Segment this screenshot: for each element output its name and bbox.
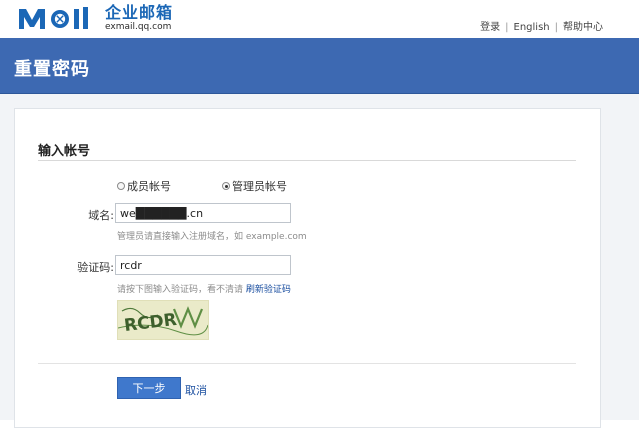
- admin-account-label: 管理员帐号: [232, 180, 287, 193]
- brand-logo[interactable]: 企业邮箱 exmail.qq.com: [17, 3, 173, 33]
- top-header: 企业邮箱 exmail.qq.com 登录 | English | 帮助中心: [0, 0, 639, 38]
- logo-text: 企业邮箱 exmail.qq.com: [105, 2, 174, 32]
- logo-domain: exmail.qq.com: [105, 21, 172, 32]
- divider: |: [554, 22, 558, 33]
- domain-input[interactable]: [115, 203, 291, 223]
- captcha-label: 验证码:: [77, 261, 114, 274]
- admin-account-radio[interactable]: 管理员帐号: [222, 178, 287, 194]
- member-account-label: 成员帐号: [127, 180, 171, 193]
- cancel-link[interactable]: 取消: [185, 382, 207, 398]
- title-bar: 重置密码: [0, 38, 639, 94]
- captcha-graphic: RCDR: [117, 306, 209, 336]
- login-link[interactable]: 登录: [480, 22, 500, 33]
- actions-divider: [38, 363, 576, 364]
- page-title: 重置密码: [14, 59, 90, 80]
- captcha-hint-text: 请按下图输入验证码，看不清请: [117, 285, 244, 295]
- top-links: 登录 | English | 帮助中心: [480, 18, 603, 33]
- section-title: 输入帐号: [38, 144, 91, 159]
- mail-logo-mark: [17, 3, 103, 33]
- logo-product-name: 企业邮箱: [105, 2, 174, 22]
- english-link[interactable]: English: [514, 22, 550, 33]
- next-step-button[interactable]: 下一步: [117, 377, 181, 399]
- domain-label: 域名:: [88, 209, 114, 222]
- section-divider: [38, 160, 576, 161]
- captcha-image[interactable]: RCDR: [117, 300, 209, 340]
- divider: |: [505, 22, 509, 33]
- radio-unchecked-icon[interactable]: [117, 182, 125, 190]
- captcha-hint: 请按下图输入验证码，看不清请 刷新验证码: [117, 282, 291, 295]
- mail-logo-icon: [19, 7, 88, 29]
- member-account-radio[interactable]: 成员帐号: [117, 178, 171, 194]
- captcha-input[interactable]: [115, 255, 291, 275]
- domain-hint: 管理员请直接输入注册域名，如 example.com: [117, 232, 307, 242]
- radio-checked-icon[interactable]: [222, 182, 230, 190]
- captcha-text: RCDR: [123, 310, 178, 336]
- account-type-radio-group: 成员帐号 管理员帐号: [117, 178, 338, 194]
- refresh-captcha-link[interactable]: 刷新验证码: [246, 285, 291, 295]
- help-center-link[interactable]: 帮助中心: [563, 22, 603, 33]
